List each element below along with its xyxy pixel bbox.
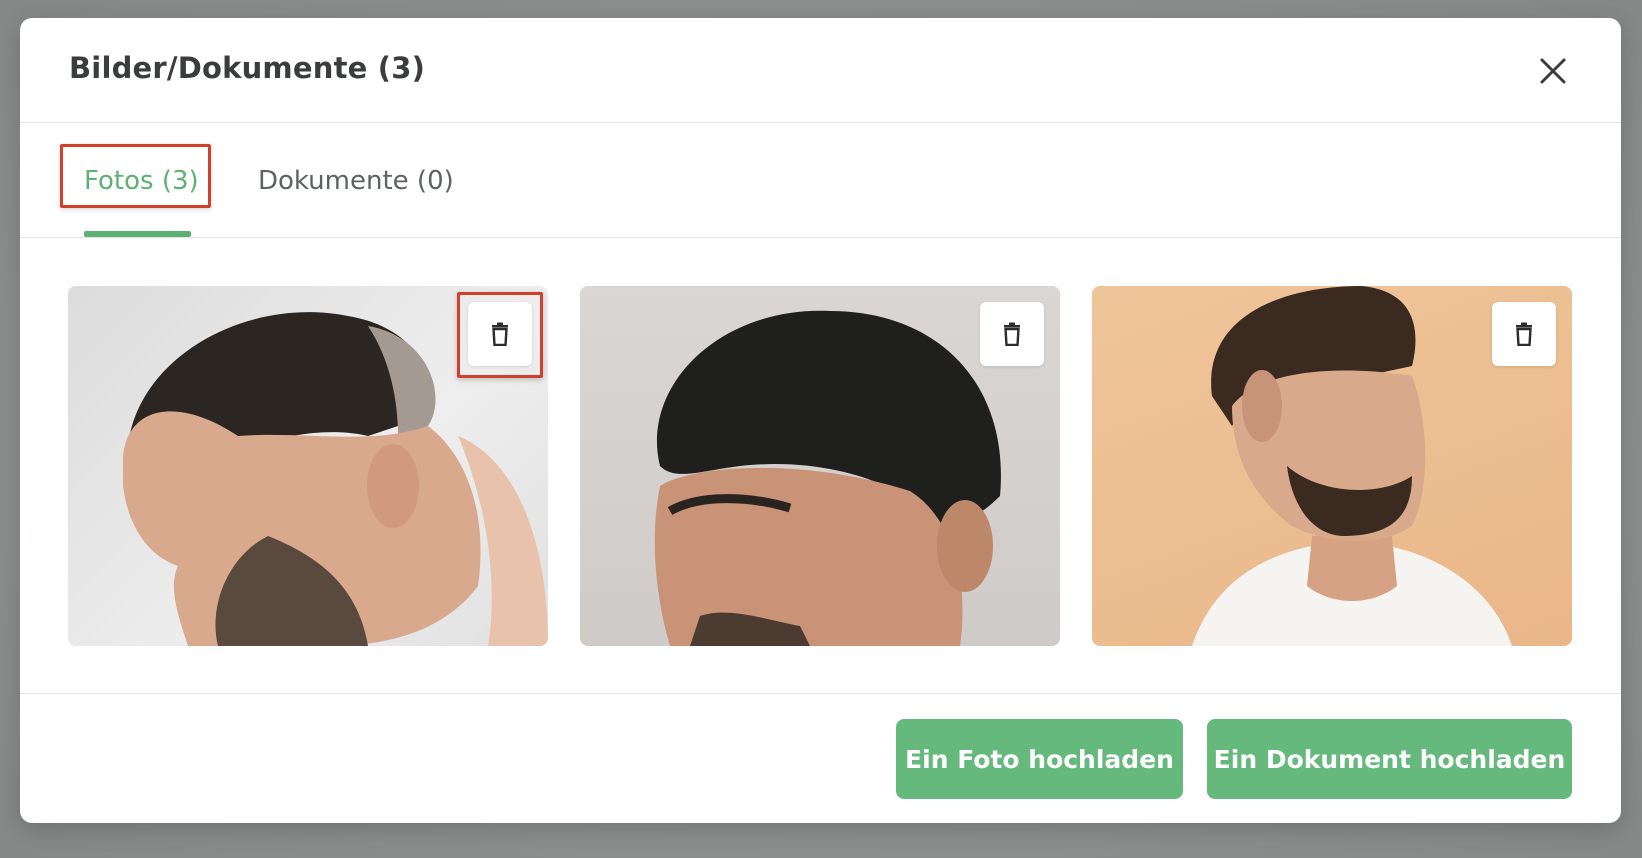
trash-icon — [1516, 322, 1532, 346]
close-icon — [1540, 58, 1566, 84]
dialog-footer: Ein Foto hochladen Ein Dokument hochlade… — [20, 693, 1621, 823]
dialog-title: Bilder/Dokumente (3) — [69, 51, 426, 85]
dialog-header: Bilder/Dokumente (3) — [20, 18, 1621, 123]
upload-document-button[interactable]: Ein Dokument hochladen — [1207, 719, 1572, 799]
delete-photo-button[interactable] — [980, 302, 1044, 366]
photo-card[interactable] — [68, 286, 548, 646]
tab-dokumente[interactable]: Dokumente (0) — [258, 166, 454, 196]
delete-photo-button[interactable] — [468, 302, 532, 366]
delete-photo-button[interactable] — [1492, 302, 1556, 366]
tab-fotos[interactable]: Fotos (3) — [84, 166, 199, 196]
upload-photo-button[interactable]: Ein Foto hochladen — [896, 719, 1183, 799]
close-button[interactable] — [1533, 51, 1573, 91]
photo-card[interactable] — [580, 286, 1060, 646]
trash-icon — [1004, 322, 1020, 346]
trash-icon — [492, 322, 508, 346]
active-tab-indicator — [84, 231, 191, 237]
media-dialog: Bilder/Dokumente (3) Fotos (3) Dokumente… — [20, 18, 1621, 823]
photo-card[interactable] — [1092, 286, 1572, 646]
tab-bar: Fotos (3) Dokumente (0) — [20, 123, 1621, 238]
photo-gallery — [68, 286, 1573, 646]
